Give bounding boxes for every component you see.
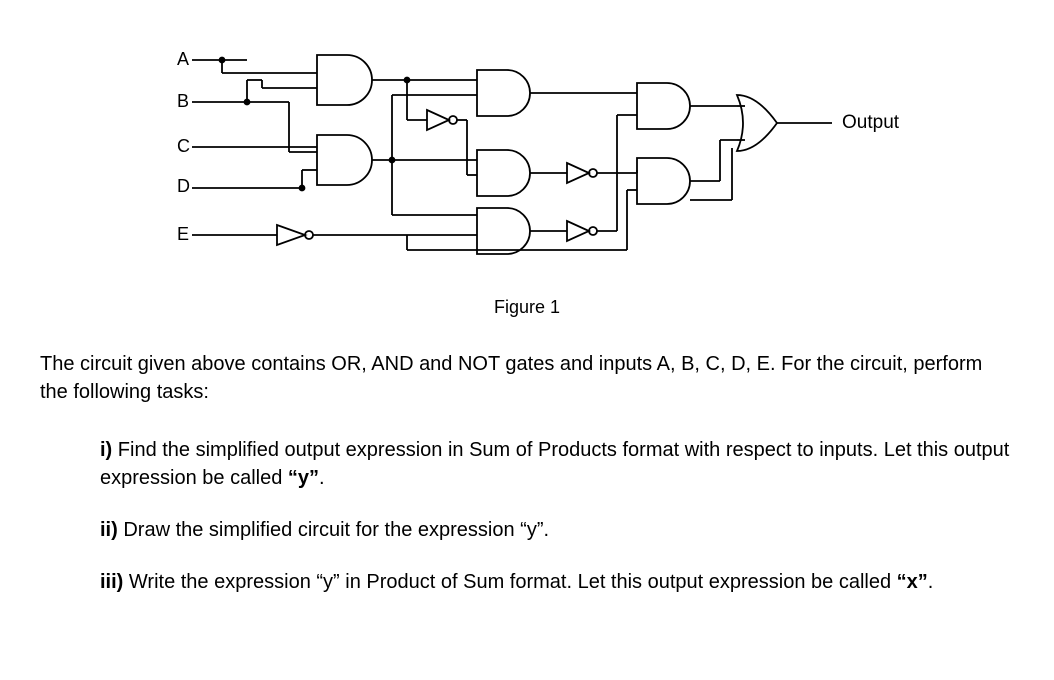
and-gate-g1 [317,55,372,105]
not-gate-g1out [427,110,457,130]
not-gate-e [277,225,313,245]
and-gate-top2 [477,70,530,116]
task-list: i) Find the simplified output expression… [100,436,1014,596]
task-ii: ii) Draw the simplified circuit for the … [100,516,1014,544]
task-i-prefix: i) [100,439,118,461]
not-gate-mid2 [567,163,597,183]
task-iii-quote: “x” [897,571,928,593]
intro-text: The circuit given above contains OR, AND… [40,350,1014,406]
and-gate-top3 [637,83,690,129]
task-i-tail: . [319,467,325,489]
task-i-quote: “y” [288,467,319,489]
and-gate-g2 [317,135,372,185]
task-iii: iii) Write the expression “y” in Product… [100,568,1014,596]
task-iii-tail: . [928,571,934,593]
task-i-body: Find the simplified output expression in… [100,439,1009,489]
circuit-diagram: A B C D E [137,40,917,280]
task-ii-prefix: ii) [100,519,123,541]
output-label: Output [842,112,900,133]
input-label-a: A [177,49,189,69]
and-gate-bot3 [637,158,690,204]
input-label-c: C [177,136,190,156]
task-iii-body: Write the expression “y” in Product of S… [129,571,897,593]
task-iii-prefix: iii) [100,571,129,593]
input-label-d: D [177,176,190,196]
and-gate-mid2 [477,150,530,196]
not-gate-bot2 [567,221,597,241]
and-gate-bot2 [477,208,530,254]
or-gate-output [737,95,777,151]
task-i: i) Find the simplified output expression… [100,436,1014,492]
input-label-b: B [177,91,189,111]
task-ii-body: Draw the simplified circuit for the expr… [123,519,549,541]
figure-caption: Figure 1 [40,295,1014,320]
input-label-e: E [177,224,189,244]
